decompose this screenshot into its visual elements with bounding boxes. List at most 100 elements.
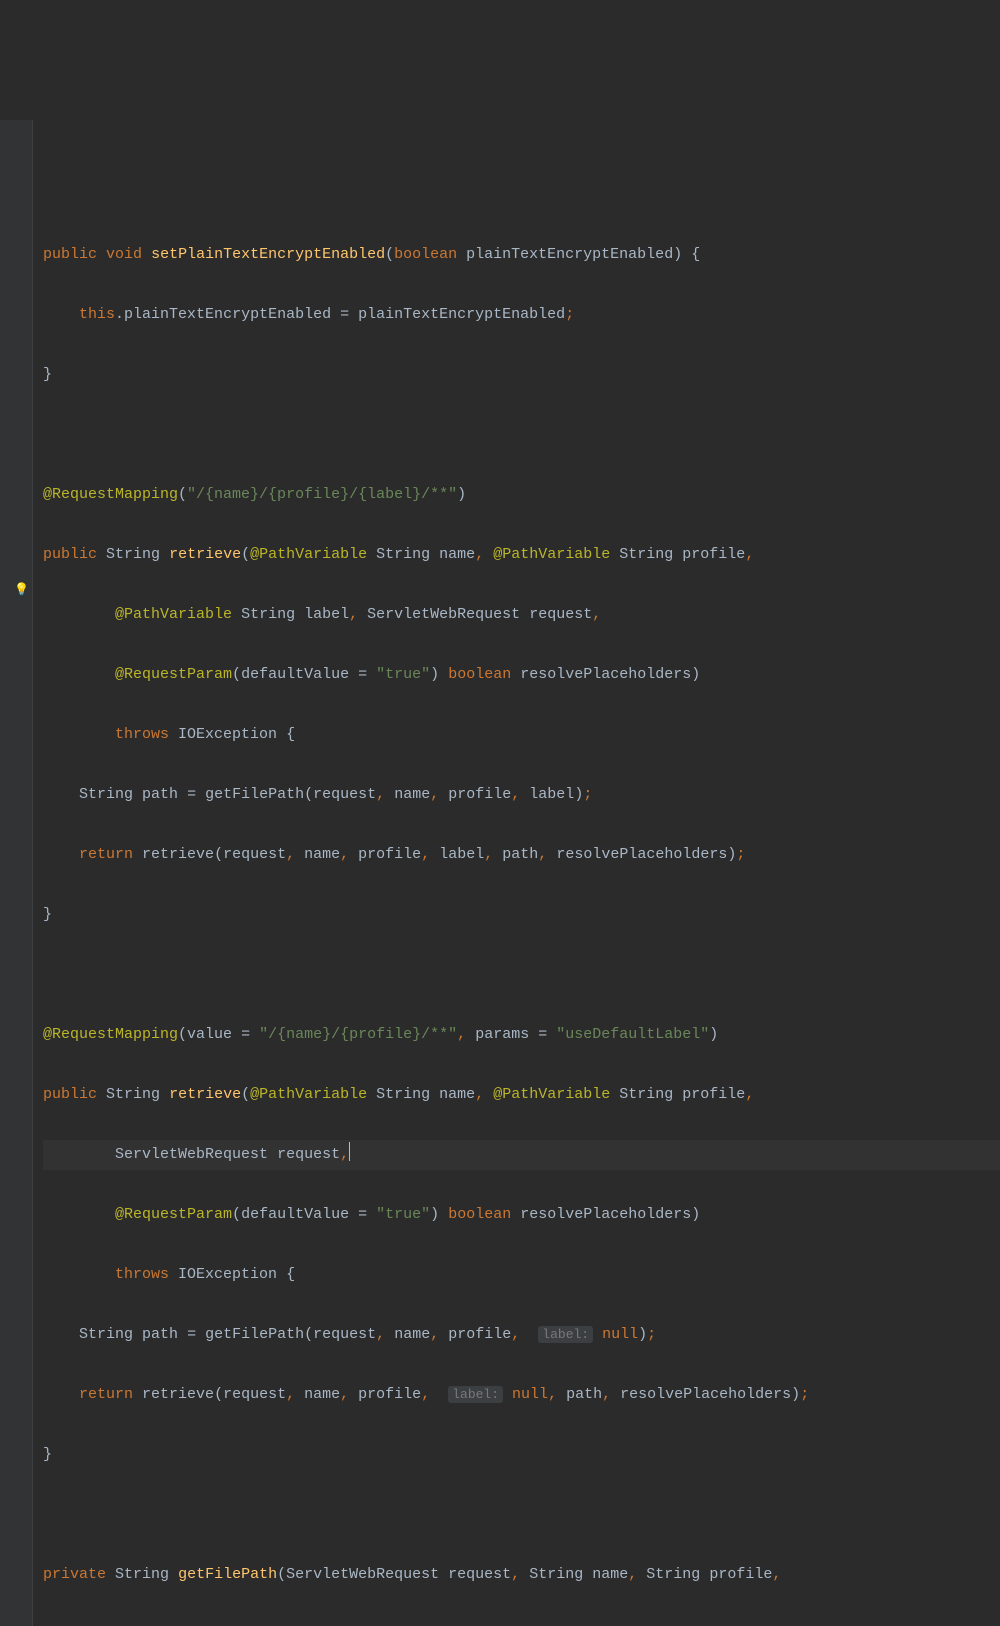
annotation: @RequestParam — [115, 666, 232, 683]
type: ServletWebRequest — [115, 1146, 268, 1163]
method-name: setPlainTextEncryptEnabled — [151, 246, 385, 263]
annotation: @PathVariable — [250, 546, 367, 563]
param: profile — [682, 546, 745, 563]
keyword: null — [512, 1386, 548, 1403]
param: plainTextEncryptEnabled — [466, 246, 673, 263]
annotation: @PathVariable — [493, 546, 610, 563]
type: String — [376, 546, 430, 563]
code-area[interactable]: public void setPlainTextEncryptEnabled(b… — [33, 210, 1000, 1626]
annotation: @RequestMapping — [43, 486, 178, 503]
string: "true" — [376, 666, 430, 683]
type: String — [115, 1566, 169, 1583]
annotation: @PathVariable — [493, 1086, 610, 1103]
annotation: @RequestParam — [115, 1206, 232, 1223]
arg: label — [529, 786, 574, 803]
keyword: return — [79, 1386, 133, 1403]
param: name — [592, 1566, 628, 1583]
code-editor[interactable]: 💡 public void setPlainTextEncryptEnabled… — [0, 120, 1000, 1626]
annotation: @RequestMapping — [43, 1026, 178, 1043]
arg: path — [502, 846, 538, 863]
arg: profile — [448, 1326, 511, 1343]
keyword: public — [43, 246, 97, 263]
arg: request — [223, 846, 286, 863]
keyword: void — [106, 246, 142, 263]
attr: value — [187, 1026, 232, 1043]
arg: resolvePlaceholders — [556, 846, 727, 863]
keyword: return — [79, 846, 133, 863]
keyword: boolean — [448, 1206, 511, 1223]
identifier: plainTextEncryptEnabled — [358, 306, 565, 323]
param: resolvePlaceholders — [520, 666, 691, 683]
call: getFilePath — [205, 1326, 304, 1343]
arg: request — [313, 1326, 376, 1343]
arg: name — [394, 786, 430, 803]
keyword: boolean — [448, 666, 511, 683]
var: path — [142, 786, 178, 803]
attr: defaultValue — [241, 666, 349, 683]
keyword: this — [79, 306, 115, 323]
keyword: null — [602, 1326, 638, 1343]
string: "/{name}/{profile}/{label}/**" — [187, 486, 457, 503]
arg: name — [304, 846, 340, 863]
type: String — [79, 786, 133, 803]
keyword: private — [43, 1566, 106, 1583]
arg: profile — [358, 846, 421, 863]
keyword: throws — [115, 1266, 169, 1283]
arg: profile — [358, 1386, 421, 1403]
type: String — [529, 1566, 583, 1583]
method-name: retrieve — [169, 1086, 241, 1103]
call: retrieve — [142, 1386, 214, 1403]
param: profile — [709, 1566, 772, 1583]
method-name: retrieve — [169, 546, 241, 563]
arg: profile — [448, 786, 511, 803]
string: "true" — [376, 1206, 430, 1223]
type: ServletWebRequest — [286, 1566, 439, 1583]
gutter: 💡 — [0, 120, 33, 1626]
keyword: boolean — [394, 246, 457, 263]
keyword: public — [43, 1086, 97, 1103]
type: ServletWebRequest — [367, 606, 520, 623]
param: name — [439, 1086, 475, 1103]
param: request — [529, 606, 592, 623]
text-cursor — [349, 1142, 350, 1161]
type: String — [646, 1566, 700, 1583]
keyword: public — [43, 546, 97, 563]
type: String — [106, 546, 160, 563]
attr: params — [475, 1026, 529, 1043]
type: String — [79, 1326, 133, 1343]
string: "/{name}/{profile}/**" — [259, 1026, 457, 1043]
field: plainTextEncryptEnabled — [124, 306, 331, 323]
type: IOException — [178, 1266, 277, 1283]
parameter-hint: label: — [538, 1326, 593, 1343]
param: request — [277, 1146, 340, 1163]
attr: defaultValue — [241, 1206, 349, 1223]
parameter-hint: label: — [448, 1386, 503, 1403]
call: getFilePath — [205, 786, 304, 803]
arg: name — [394, 1326, 430, 1343]
arg: request — [313, 786, 376, 803]
param: request — [448, 1566, 511, 1583]
string: "useDefaultLabel" — [556, 1026, 709, 1043]
type: String — [619, 1086, 673, 1103]
type: String — [619, 546, 673, 563]
arg: request — [223, 1386, 286, 1403]
param: label — [304, 606, 349, 623]
param: profile — [682, 1086, 745, 1103]
var: path — [142, 1326, 178, 1343]
method-name: getFilePath — [178, 1566, 277, 1583]
keyword: throws — [115, 726, 169, 743]
annotation: @PathVariable — [115, 606, 232, 623]
arg: name — [304, 1386, 340, 1403]
arg: path — [566, 1386, 602, 1403]
bulb-icon[interactable]: 💡 — [14, 575, 29, 605]
type: String — [106, 1086, 160, 1103]
arg: resolvePlaceholders — [620, 1386, 791, 1403]
current-line: ServletWebRequest request, — [43, 1140, 1000, 1170]
call: retrieve — [142, 846, 214, 863]
type: String — [376, 1086, 430, 1103]
param: name — [439, 546, 475, 563]
annotation: @PathVariable — [250, 1086, 367, 1103]
arg: label — [439, 846, 484, 863]
type: IOException — [178, 726, 277, 743]
type: String — [241, 606, 295, 623]
